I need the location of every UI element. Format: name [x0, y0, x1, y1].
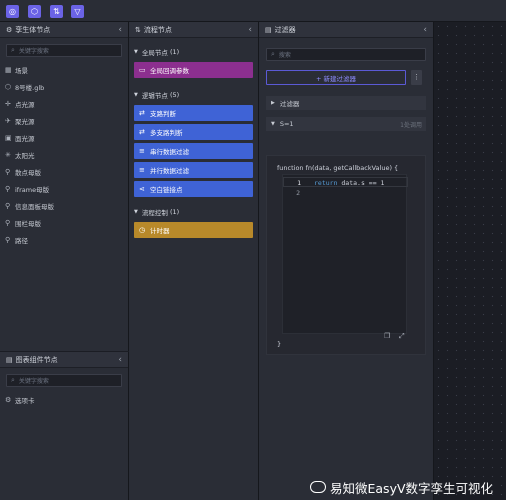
panel-gear-icon: ⚙ — [6, 25, 13, 34]
filter-list-icon: ≡ — [139, 166, 145, 174]
filter-item[interactable]: ▼ S=1 1处调用 — [266, 117, 426, 131]
flow-node-panel: ⇅ 流程节点 ‹ ▼ 全局节点 (1) ▭ 全局回调参数 ▼ 逻辑节点 (5) ⇄ 支路… — [129, 22, 259, 500]
expand-icon[interactable]: ⤢ — [399, 332, 405, 341]
filter-icon[interactable]: ▽ — [71, 5, 84, 18]
model-icon: ⬡ — [5, 82, 12, 91]
box-icon[interactable]: ◎ — [6, 5, 19, 18]
template-icon: ⚲ — [5, 201, 11, 210]
node-branch[interactable]: ⇄ 支路判断 — [134, 105, 253, 121]
node-blank-link[interactable]: ⋖ 空白链接点 — [134, 181, 253, 197]
filter-panel: ▤ 过滤器 ‹ ⌕ 搜索 + 新建过滤器 ⋮ ▶ 过滤器 ▼ S=1 1处调用 … — [259, 22, 434, 500]
template-icon: ⚲ — [5, 184, 11, 193]
flow-panel-title: 流程节点 — [143, 25, 172, 34]
caret-down-icon: ▼ — [271, 121, 275, 127]
search-icon: ⌕ — [11, 46, 15, 54]
chart-search-input[interactable]: ⌕ 关键字搜索 — [6, 374, 122, 387]
flow-icon: ⇅ — [135, 25, 141, 34]
filter-panel-header: ▤ 过滤器 ‹ — [259, 22, 433, 38]
chart-node-panel: ▤ 图表组件节点 ‹ ⌕ 关键字搜索 ⚙ 选项卡 — [0, 352, 129, 500]
function-signature: function fn(data, getCallbackValue) { — [277, 164, 399, 172]
group-flow-control[interactable]: ▼ 流程控制 (1) — [129, 205, 258, 219]
branch-icon: ⇄ — [139, 109, 145, 117]
scene-icon: ▦ — [5, 65, 12, 74]
tree-item-scene[interactable]: ▦ 场景 — [0, 61, 128, 78]
tree-item-point-light[interactable]: ✛ 点光源 — [0, 95, 128, 112]
copy-icon[interactable]: ❐ — [384, 332, 390, 340]
tree-item-iframe-template[interactable]: ⚲ iframe母版 — [0, 180, 128, 197]
tree-item-fence-template[interactable]: ⚲ 围栏母版 — [0, 214, 128, 231]
share-icon: ⋖ — [139, 185, 145, 193]
node-global-callback[interactable]: ▭ 全局回调参数 — [134, 62, 253, 78]
tree-item-tabs[interactable]: ⚙ 选项卡 — [0, 391, 128, 408]
spot-light-icon: ✈ — [5, 116, 11, 125]
collapse-icon[interactable]: ‹ — [423, 25, 427, 35]
path-icon: ⚲ — [5, 235, 11, 244]
sun-icon: ✳ — [5, 150, 11, 159]
collapse-icon[interactable]: ‹ — [118, 355, 122, 365]
template-icon: ⚲ — [5, 167, 11, 176]
point-light-icon: ✛ — [5, 99, 11, 108]
node-serial-filter[interactable]: ≡ 串行数据过滤 — [134, 143, 253, 159]
call-count: 1处调用 — [400, 121, 422, 129]
cube-icon[interactable]: ⬡ — [28, 5, 41, 18]
add-filter-row: + 新建过滤器 ⋮ — [266, 70, 426, 85]
group-global[interactable]: ▼ 全局节点 (1) — [129, 45, 258, 59]
caret-right-icon: ▶ — [271, 100, 275, 106]
function-close: } — [277, 340, 282, 348]
param-icon: ▭ — [139, 66, 146, 74]
weibo-logo-icon — [310, 481, 326, 493]
filter-list-icon: ≡ — [139, 147, 145, 155]
add-filter-button[interactable]: + 新建过滤器 — [266, 70, 406, 85]
twin-panel-header: ⚙ 孪生体节点 ‹ — [0, 22, 128, 38]
tree-item-scatter-template[interactable]: ⚲ 散点母版 — [0, 163, 128, 180]
chart-panel-title: 图表组件节点 — [15, 355, 58, 364]
caret-down-icon: ▼ — [134, 92, 138, 98]
chart-panel-header: ▤ 图表组件节点 ‹ — [0, 352, 128, 368]
caret-down-icon: ▼ — [134, 49, 138, 55]
node-timer[interactable]: ◷ 计时器 — [134, 222, 253, 238]
filter-search-input[interactable]: ⌕ 搜索 — [266, 48, 426, 61]
more-options-button[interactable]: ⋮ — [411, 70, 422, 85]
tree-item-area-light[interactable]: ▣ 面光源 — [0, 129, 128, 146]
area-light-icon: ▣ — [5, 133, 12, 142]
tree-item-model[interactable]: ⬡ 8号楼.glb — [0, 78, 128, 95]
group-logic[interactable]: ▼ 逻辑节点 (5) — [129, 88, 258, 102]
code-line[interactable]: 1 return data.s == 1 — [283, 177, 408, 187]
tree-item-info-panel-template[interactable]: ⚲ 信息面板母版 — [0, 197, 128, 214]
panel-chart-icon: ▤ — [6, 355, 13, 364]
search-icon: ⌕ — [271, 50, 275, 58]
search-icon: ⌕ — [11, 376, 15, 384]
code-line[interactable]: 2 — [283, 188, 408, 198]
watermark: 易知微EasyV数字孪生可视化 — [310, 478, 493, 497]
node-parallel-filter[interactable]: ≡ 并行数据过滤 — [134, 162, 253, 178]
canvas-area[interactable] — [434, 22, 506, 500]
collapse-icon[interactable]: ‹ — [248, 25, 252, 35]
tree-item-path[interactable]: ⚲ 路径 — [0, 231, 128, 248]
link-icon[interactable]: ⇅ — [50, 5, 63, 18]
twin-search-input[interactable]: ⌕ 关键字搜索 — [6, 44, 122, 57]
code-panel: function fn(data, getCallbackValue) { 1 … — [266, 155, 426, 355]
twin-panel-title: 孪生体节点 — [15, 25, 51, 34]
flow-panel-header: ⇅ 流程节点 ‹ — [129, 22, 258, 38]
template-icon: ⚲ — [5, 218, 11, 227]
tab-component-icon: ⚙ — [5, 395, 12, 404]
filter-panel-title: 过滤器 — [274, 25, 296, 34]
top-toolbar: ◎ ⬡ ⇅ ▽ — [0, 0, 506, 22]
branch-icon: ⇄ — [139, 128, 145, 136]
node-multi-branch[interactable]: ⇄ 多支路判断 — [134, 124, 253, 140]
panel-filter-icon: ▤ — [265, 25, 272, 34]
tree-item-sun[interactable]: ✳ 太阳光 — [0, 146, 128, 163]
clock-icon: ◷ — [139, 226, 146, 234]
collapse-icon[interactable]: ‹ — [118, 25, 122, 35]
filter-group[interactable]: ▶ 过滤器 — [266, 96, 426, 110]
code-editor[interactable]: 1 return data.s == 1 2 — [282, 174, 408, 334]
caret-down-icon: ▼ — [134, 209, 138, 215]
tree-item-spot-light[interactable]: ✈ 聚光源 — [0, 112, 128, 129]
twin-node-panel: ⚙ 孪生体节点 ‹ ⌕ 关键字搜索 ▦ 场景 ⬡ 8号楼.glb ✛ 点光源 ✈ 聚光源… — [0, 22, 129, 351]
